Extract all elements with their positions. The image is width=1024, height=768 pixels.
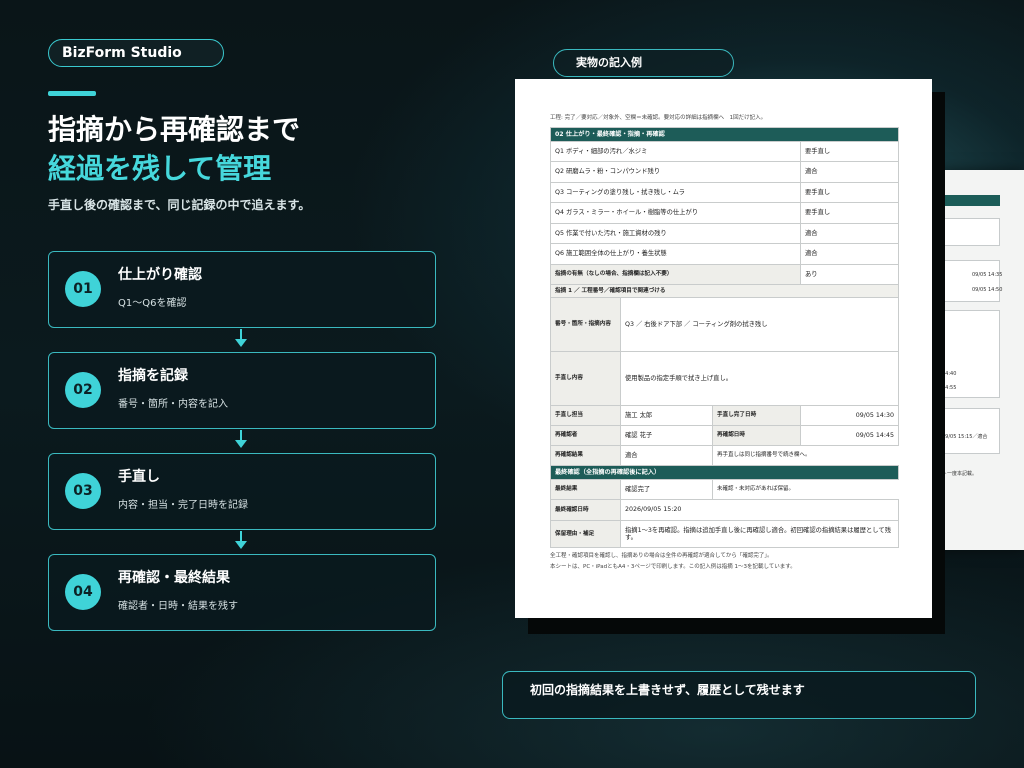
section-header: 最終確認（全指摘の再確認後に記入） (549, 465, 900, 481)
field-value: 確認完了 (620, 479, 713, 501)
question-cell: Q4 ガラス・ミラー・ホイール・樹脂等の仕上がり (550, 202, 801, 224)
arrow-down-icon (235, 430, 247, 448)
step-description: 内容・担当・完了日時を記録 (118, 500, 248, 511)
section-header: 02 仕上がり・最終確認・指摘・再確認 (549, 126, 900, 142)
field-note: 再手直しは同じ指摘番号で続き欄へ。 (711, 445, 899, 466)
field-label: 番号・箇所・指摘内容 (550, 297, 621, 353)
field-note: 未確認・未対応があれば保留。 (711, 479, 899, 501)
step-number-badge: 02 (65, 372, 101, 408)
back-doc-text: 09/05 14:50 (972, 287, 1003, 293)
question-cell: Q2 研磨ムラ・粉・コンパウンド残り (550, 161, 801, 183)
field-label: 手直し完了日時 (712, 405, 801, 427)
example-label: 実物の記入例 (553, 49, 734, 77)
question-cell: Q5 作業で付いた汚れ・施工資材の残り (550, 222, 801, 245)
document-footnote: 本シートは、PC・iPadともA4・3ページで印刷します。この記入例は指摘 1〜… (550, 564, 796, 571)
answer-cell: 要手直し (799, 181, 900, 204)
answer-cell: 適合 (799, 243, 900, 265)
field-value: 適合 (620, 445, 713, 467)
back-doc-text: 09/05 15:15／適合 (942, 434, 988, 440)
headline-line1: 指摘から再確認まで (48, 113, 301, 146)
field-value: 指摘1〜3を再確認。指摘は追加手直し後に再確認し適合。初回確認の指摘結果は履歴と… (619, 520, 900, 549)
step-card-3: 03 手直し 内容・担当・完了日時を記録 (48, 453, 436, 530)
document-footnote: 全工程・確認項目を確認し、指摘ありの場合は全件の再確認が適合してから「確認完了」… (550, 553, 773, 560)
back-doc-text: ト一度本記載。 (942, 471, 978, 477)
headline-subtitle: 手直し後の確認まで、同じ記録の中で追えます。 (48, 198, 311, 212)
field-value: 09/05 14:30 (799, 405, 900, 427)
finding-header: 指摘 1 ／ 工程番号／確認項目で関連づける (549, 284, 900, 299)
question-cell: Q3 コーティングの塗り残し・拭き残し・ムラ (550, 181, 801, 204)
field-label: 再確認者 (550, 425, 621, 447)
question-cell: Q6 施工範囲全体の仕上がり・養生状態 (550, 243, 801, 265)
brand-badge: BizForm Studio (48, 39, 224, 67)
field-label: 再確認日時 (712, 425, 801, 447)
finding-presence-value: あり (799, 263, 900, 286)
step-description: Q1〜Q6を確認 (118, 298, 187, 309)
field-value: 使用製品の指定手順で拭き上げ直し。 (619, 351, 900, 407)
answer-cell: 要手直し (799, 140, 900, 163)
field-label: 再確認結果 (550, 445, 621, 467)
step-description: 番号・箇所・内容を記入 (118, 399, 228, 410)
field-label: 最終確認日時 (550, 499, 621, 522)
answer-cell: 適合 (799, 222, 900, 245)
inspection-table: 02 仕上がり・最終確認・指摘・再確認 Q1 ボディ・細部の汚れ／水ジミ 要手直し… (549, 126, 900, 549)
finding-presence-label: 指摘の有無（なしの場合、指摘欄は記入不要） (550, 263, 801, 286)
field-value: 2026/09/05 15:20 (619, 499, 900, 522)
step-number-badge: 03 (65, 473, 101, 509)
question-cell: Q1 ボディ・細部の汚れ／水ジミ (550, 140, 801, 163)
step-title: 手直し (118, 469, 160, 485)
answer-cell: 要手直し (799, 202, 900, 224)
back-doc-text: 09/05 14:35 (972, 272, 1003, 278)
arrow-down-icon (235, 531, 247, 549)
field-value: Q3 ／ 右後ドア下部 ／ コーティング剤の拭き残し (619, 297, 900, 353)
field-value: 確認 花子 (620, 425, 713, 447)
answer-cell: 適合 (799, 161, 900, 183)
step-card-1: 01 仕上がり確認 Q1〜Q6を確認 (48, 251, 436, 328)
field-label: 最終結果 (550, 479, 621, 501)
field-label: 手直し内容 (550, 351, 621, 407)
step-card-2: 02 指摘を記録 番号・箇所・内容を記入 (48, 352, 436, 429)
step-description: 確認者・日時・結果を残す (118, 601, 238, 612)
document-page: 工程: 完了／要対応／対象外、空欄＝未確認。要対応の詳細は指摘欄へ 1回だけ記入… (515, 79, 932, 618)
step-title: 仕上がり確認 (118, 267, 202, 283)
accent-bar (48, 91, 96, 96)
step-title: 指摘を記録 (118, 368, 188, 384)
step-card-4: 04 再確認・最終結果 確認者・日時・結果を残す (48, 554, 436, 631)
field-value: 施工 太郎 (620, 405, 713, 427)
document-top-note: 工程: 完了／要対応／対象外、空欄＝未確認。要対応の詳細は指摘欄へ 1回だけ記入… (550, 115, 767, 121)
bottom-message: 初回の指摘結果を上書きせず、履歴として残せます (502, 671, 976, 719)
step-title: 再確認・最終結果 (118, 570, 230, 586)
back-document-page: 09/05 14:35 09/05 14:50 14:40 14:55 09/0… (938, 170, 1024, 550)
field-value: 09/05 14:45 (799, 425, 900, 447)
field-label: 保留理由・補足 (550, 520, 621, 549)
step-number-badge: 04 (65, 574, 101, 610)
arrow-down-icon (235, 329, 247, 347)
headline-line2: 経過を残して管理 (48, 152, 272, 185)
field-label: 手直し担当 (550, 405, 621, 427)
step-number-badge: 01 (65, 271, 101, 307)
